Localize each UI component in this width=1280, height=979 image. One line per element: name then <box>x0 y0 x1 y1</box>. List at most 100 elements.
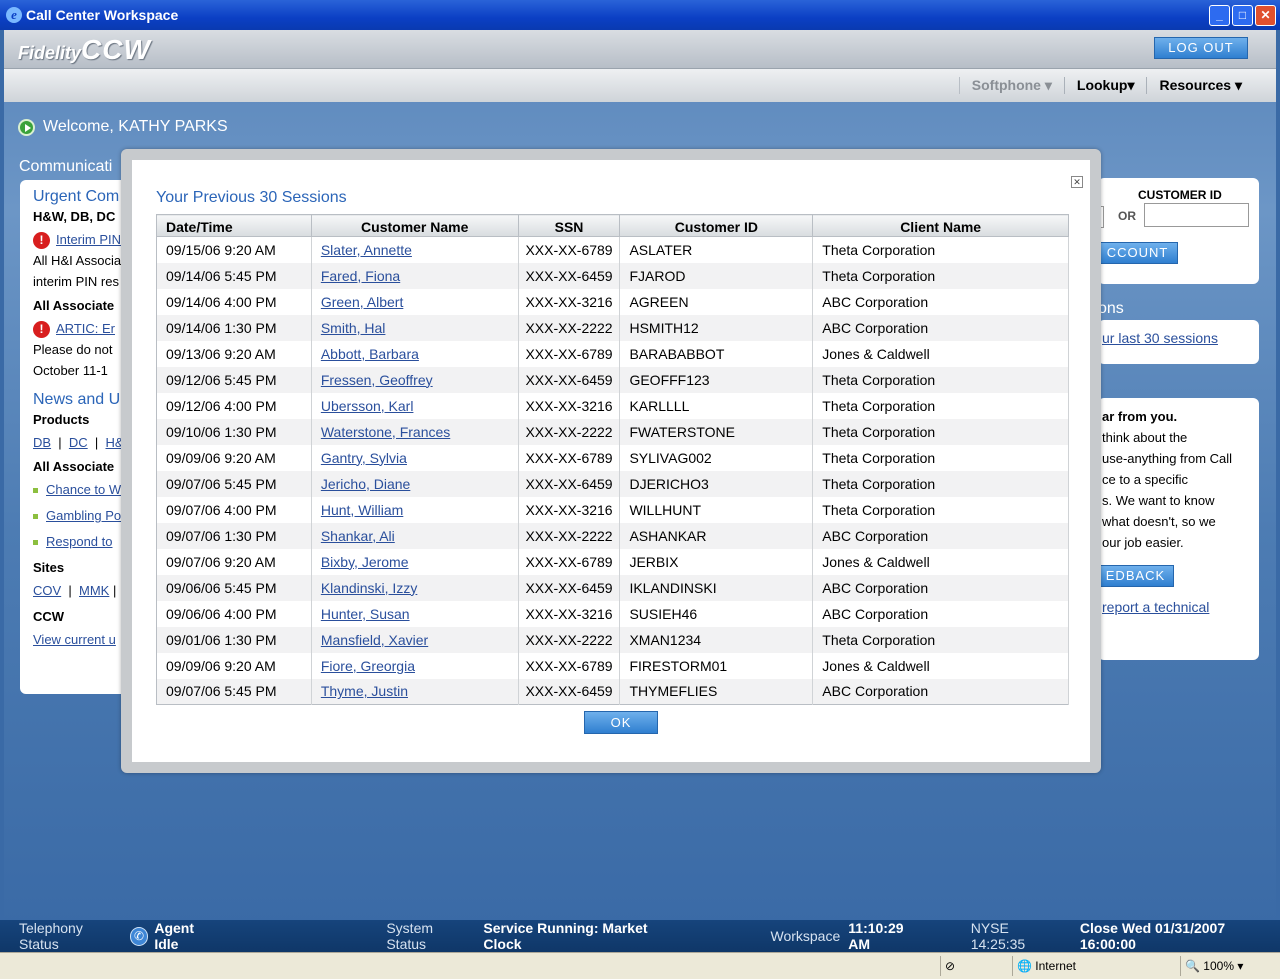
cell-customer-name[interactable]: Fressen, Geoffrey <box>311 366 519 393</box>
view-current-link[interactable]: View current u <box>33 632 116 647</box>
cell-customer-name[interactable]: Bixby, Jerome <box>311 548 519 575</box>
site-link-cov[interactable]: COV <box>33 583 61 598</box>
cell-customer-name[interactable]: Thyme, Justin <box>311 678 519 705</box>
account-button[interactable]: CCOUNT <box>1098 242 1178 264</box>
customer-name-link[interactable]: Gantry, Sylvia <box>321 450 407 466</box>
col-header-customer-id[interactable]: Customer ID <box>619 214 814 237</box>
table-row[interactable]: 09/07/06 1:30 PM Shankar, Ali XXX-XX-2222 A… <box>156 522 1069 549</box>
table-row[interactable]: 09/07/06 4:00 PM Hunt, William XXX-XX-3216… <box>156 496 1069 523</box>
cell-customer-name[interactable]: Jericho, Diane <box>311 470 519 497</box>
col-header-client-name[interactable]: Client Name <box>812 214 1069 237</box>
cell-customer-name[interactable]: Hunt, William <box>311 496 519 523</box>
minimize-button[interactable]: _ <box>1209 5 1230 26</box>
cell-client-name: ABC Corporation <box>812 678 1069 705</box>
customer-name-link[interactable]: Green, Albert <box>321 294 404 310</box>
customer-name-link[interactable]: Mansfield, Xavier <box>321 632 428 648</box>
nav-softphone[interactable]: Softphone ▾ <box>958 77 1064 94</box>
cell-customer-name[interactable]: Hunter, Susan <box>311 600 519 627</box>
nav-resources[interactable]: Resources ▾ <box>1146 77 1254 94</box>
maximize-button[interactable]: □ <box>1232 5 1253 26</box>
cell-date-time: 09/15/06 9:20 AM <box>156 236 312 263</box>
cell-customer-name[interactable]: Fared, Fiona <box>311 262 519 289</box>
cell-ssn: XXX-XX-6459 <box>518 574 621 601</box>
customer-name-link[interactable]: Ubersson, Karl <box>321 398 414 414</box>
zoom-control[interactable]: 🔍 100% ▾ <box>1180 956 1280 976</box>
globe-icon: 🌐 <box>1017 959 1032 973</box>
cell-customer-id: XMAN1234 <box>619 626 814 653</box>
table-row[interactable]: 09/14/06 4:00 PM Green, Albert XXX-XX-3216… <box>156 288 1069 315</box>
close-window-button[interactable]: ✕ <box>1255 5 1276 26</box>
product-link-dc[interactable]: DC <box>69 435 88 450</box>
table-row[interactable]: 09/07/06 5:45 PM Jericho, Diane XXX-XX-645… <box>156 470 1069 497</box>
cell-customer-name[interactable]: Mansfield, Xavier <box>311 626 519 653</box>
last-30-sessions-link[interactable]: ur last 30 sessions <box>1102 330 1218 346</box>
table-row[interactable]: 09/14/06 5:45 PM Fared, Fiona XXX-XX-6459 F… <box>156 262 1069 289</box>
close-icon[interactable]: ✕ <box>1071 176 1083 188</box>
customer-name-link[interactable]: Klandinski, Izzy <box>321 580 417 596</box>
cell-customer-name[interactable]: Waterstone, Frances <box>311 418 519 445</box>
customer-name-link[interactable]: Hunt, William <box>321 502 403 518</box>
play-icon <box>18 118 35 136</box>
cell-customer-name[interactable]: Fiore, Greorgia <box>311 652 519 679</box>
customer-name-link[interactable]: Bixby, Jerome <box>321 554 409 570</box>
customer-name-link[interactable]: Hunter, Susan <box>321 606 410 622</box>
col-header-date-time[interactable]: Date/Time <box>156 214 312 237</box>
table-row[interactable]: 09/15/06 9:20 AM Slater, Annette XXX-XX-67… <box>156 236 1069 263</box>
ie-icon: e <box>6 7 22 23</box>
cell-customer-name[interactable]: Slater, Annette <box>311 236 519 263</box>
customer-name-link[interactable]: Smith, Hal <box>321 320 386 336</box>
news-link-3[interactable]: Respond to <box>46 534 113 549</box>
table-row[interactable]: 09/01/06 1:30 PM Mansfield, Xavier XXX-XX-… <box>156 626 1069 653</box>
cell-customer-name[interactable]: Abbott, Barbara <box>311 340 519 367</box>
urgent-text-1: All H&I Associa <box>33 253 122 268</box>
table-row[interactable]: 09/10/06 1:30 PM Waterstone, Frances XXX-X… <box>156 418 1069 445</box>
customer-name-link[interactable]: Fiore, Greorgia <box>321 658 415 674</box>
table-row[interactable]: 09/12/06 4:00 PM Ubersson, Karl XXX-XX-321… <box>156 392 1069 419</box>
customer-name-link[interactable]: Thyme, Justin <box>321 683 408 699</box>
table-row[interactable]: 09/12/06 5:45 PM Fressen, Geoffrey XXX-XX-… <box>156 366 1069 393</box>
cell-ssn: XXX-XX-6459 <box>518 366 621 393</box>
customer-name-link[interactable]: Abbott, Barbara <box>321 346 419 362</box>
news-link-1[interactable]: Chance to W <box>46 482 121 497</box>
customer-name-link[interactable]: Shankar, Ali <box>321 528 395 544</box>
news-link-2[interactable]: Gambling Po <box>46 508 121 523</box>
table-row[interactable]: 09/07/06 9:20 AM Bixby, Jerome XXX-XX-6789… <box>156 548 1069 575</box>
product-link-db[interactable]: DB <box>33 435 51 450</box>
cell-ssn: XXX-XX-2222 <box>518 314 621 341</box>
cell-client-name: Theta Corporation <box>812 626 1069 653</box>
customer-name-link[interactable]: Fared, Fiona <box>321 268 400 284</box>
cell-customer-name[interactable]: Ubersson, Karl <box>311 392 519 419</box>
urgent-subtitle: H&W, DB, DC <box>33 209 116 224</box>
cell-customer-id: DJERICHO3 <box>619 470 814 497</box>
feedback-button[interactable]: EDBACK <box>1098 565 1174 587</box>
nav-lookup[interactable]: Lookup▾ <box>1063 77 1147 94</box>
cell-customer-name[interactable]: Shankar, Ali <box>311 522 519 549</box>
artic-link[interactable]: ARTIC: Er <box>56 321 115 336</box>
customer-name-link[interactable]: Waterstone, Frances <box>321 424 450 440</box>
cell-customer-name[interactable]: Smith, Hal <box>311 314 519 341</box>
cell-customer-name[interactable]: Green, Albert <box>311 288 519 315</box>
customer-id-input[interactable] <box>1144 203 1249 227</box>
table-row[interactable]: 09/06/06 4:00 PM Hunter, Susan XXX-XX-3216… <box>156 600 1069 627</box>
ok-button[interactable]: OK <box>584 711 658 734</box>
site-link-mmk[interactable]: MMK <box>79 583 109 598</box>
interim-pin-link[interactable]: Interim PIN <box>56 232 121 247</box>
cell-customer-name[interactable]: Gantry, Sylvia <box>311 444 519 471</box>
table-row[interactable]: 09/07/06 5:45 PM Thyme, Justin XXX-XX-6459… <box>156 678 1069 705</box>
cell-customer-id: GEOFFF123 <box>619 366 814 393</box>
table-row[interactable]: 09/06/06 5:45 PM Klandinski, Izzy XXX-XX-6… <box>156 574 1069 601</box>
table-row[interactable]: 09/09/06 9:20 AM Gantry, Sylvia XXX-XX-678… <box>156 444 1069 471</box>
col-header-customer-name[interactable]: Customer Name <box>310 214 519 237</box>
all-associates-heading-2: All Associate <box>33 459 115 474</box>
customer-name-link[interactable]: Fressen, Geoffrey <box>321 372 433 388</box>
table-row[interactable]: 09/09/06 9:20 AM Fiore, Greorgia XXX-XX-67… <box>156 652 1069 679</box>
privacy-icon[interactable]: ⊘ <box>940 956 1012 976</box>
customer-name-link[interactable]: Slater, Annette <box>321 242 412 258</box>
logout-button[interactable]: LOG OUT <box>1154 37 1248 59</box>
customer-name-link[interactable]: Jericho, Diane <box>321 476 411 492</box>
table-row[interactable]: 09/13/06 9:20 AM Abbott, Barbara XXX-XX-67… <box>156 340 1069 367</box>
report-technical-link[interactable]: report a technical <box>1098 597 1259 618</box>
cell-customer-name[interactable]: Klandinski, Izzy <box>311 574 519 601</box>
col-header-ssn[interactable]: SSN <box>517 214 621 237</box>
table-row[interactable]: 09/14/06 1:30 PM Smith, Hal XXX-XX-2222 HSM… <box>156 314 1069 341</box>
